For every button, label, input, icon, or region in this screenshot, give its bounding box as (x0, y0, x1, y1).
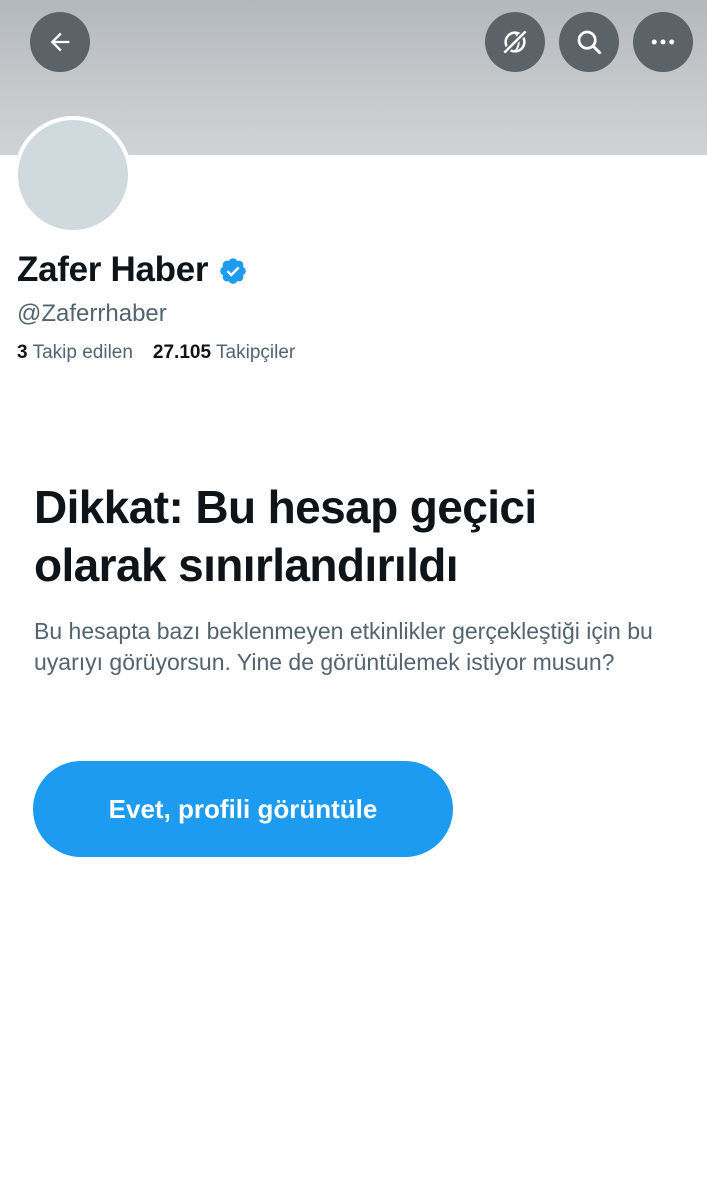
profile-page: Zafer Haber @Zaferrhaber 3 Takip edilen … (0, 0, 707, 1200)
warning-description: Bu hesapta bazı beklenmeyen etkinlikler … (34, 618, 653, 675)
followers-link[interactable]: 27.105 Takipçiler (153, 340, 295, 366)
more-options-button[interactable] (633, 12, 693, 72)
more-dots-icon (651, 39, 675, 45)
followers-label: Takipçiler (216, 342, 296, 363)
back-arrow-icon (50, 32, 70, 52)
back-button[interactable] (30, 12, 90, 72)
following-label: Takip edilen (32, 342, 133, 363)
avatar[interactable] (14, 116, 132, 234)
display-name-row: Zafer Haber (17, 248, 248, 292)
followers-count: 27.105 (152, 342, 212, 363)
follow-stats: 3 Takip edilen 27.105 Takipçiler (17, 340, 295, 366)
following-count: 3 (17, 342, 28, 363)
verified-badge-icon[interactable] (218, 256, 248, 286)
view-profile-button[interactable]: Evet, profili görüntüle (33, 761, 453, 857)
display-name: Zafer Haber (17, 250, 209, 289)
warning-title: Dikkat: Bu hesap geçici olarak sınırland… (34, 481, 537, 591)
search-button[interactable] (559, 12, 619, 72)
search-icon (577, 30, 602, 55)
globe-toggle-button[interactable] (485, 12, 545, 72)
globe-slash-icon (502, 29, 528, 55)
user-handle: @Zaferrhaber (17, 300, 167, 327)
following-link[interactable]: 3 Takip edilen (17, 340, 133, 366)
